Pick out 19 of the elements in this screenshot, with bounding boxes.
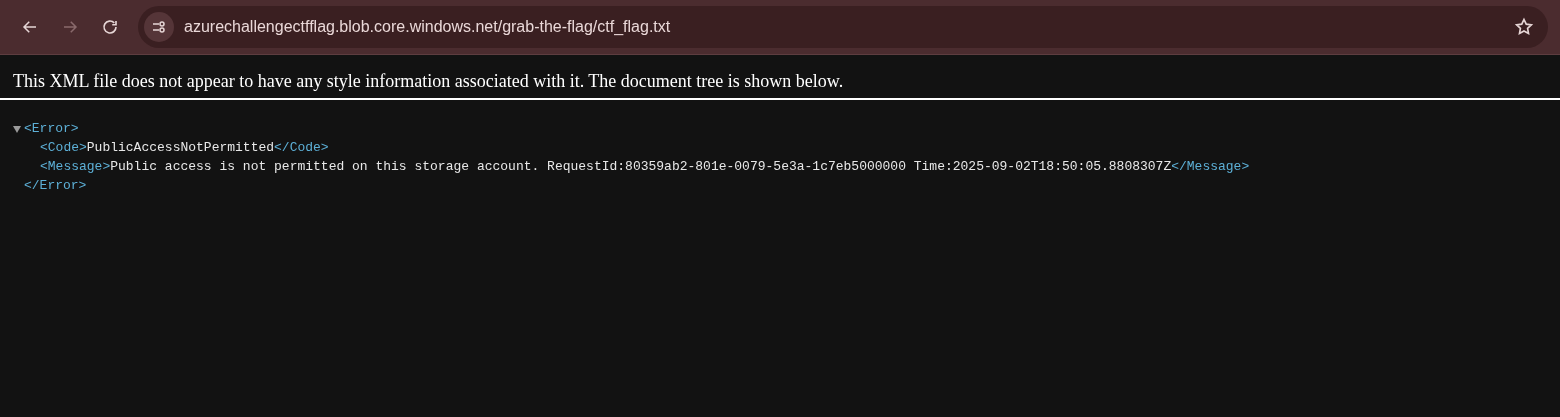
- address-bar[interactable]: azurechallengectfflag.blob.core.windows.net/grab-the-flag/ctf_flag.txt: [138, 6, 1548, 48]
- star-icon: [1514, 17, 1534, 37]
- url-text[interactable]: azurechallengectfflag.blob.core.windows.net/grab-the-flag/ctf_flag.txt: [184, 15, 671, 39]
- back-icon: [21, 18, 39, 36]
- bookmark-button[interactable]: [1514, 17, 1534, 37]
- xml-tag: </Error>: [24, 176, 87, 195]
- xml-text: Public access is not permitted on this storage account. RequestId:80359ab2-801e-0079-5e3a-1c7eb5000000 Time:2025-09-02T18:50:05.8808307Z: [110, 158, 1172, 176]
- xml-tag: </Message>: [1171, 157, 1250, 176]
- collapse-triangle-icon[interactable]: [12, 123, 22, 134]
- xml-tag: <Error>: [24, 119, 79, 138]
- site-settings-icon: [151, 19, 167, 35]
- site-info-button[interactable]: [144, 12, 174, 42]
- forward-icon: [61, 18, 79, 36]
- xml-notice: This XML file does not appear to have any style information associated with it. The document tree is shown below.: [13, 70, 845, 93]
- xml-text: PublicAccessNotPermitted: [86, 139, 275, 157]
- xml-tag: <Message>: [40, 157, 111, 176]
- reload-icon: [101, 18, 119, 36]
- xml-tag: </Code>: [274, 138, 329, 157]
- xml-tag: <Code>: [40, 138, 87, 157]
